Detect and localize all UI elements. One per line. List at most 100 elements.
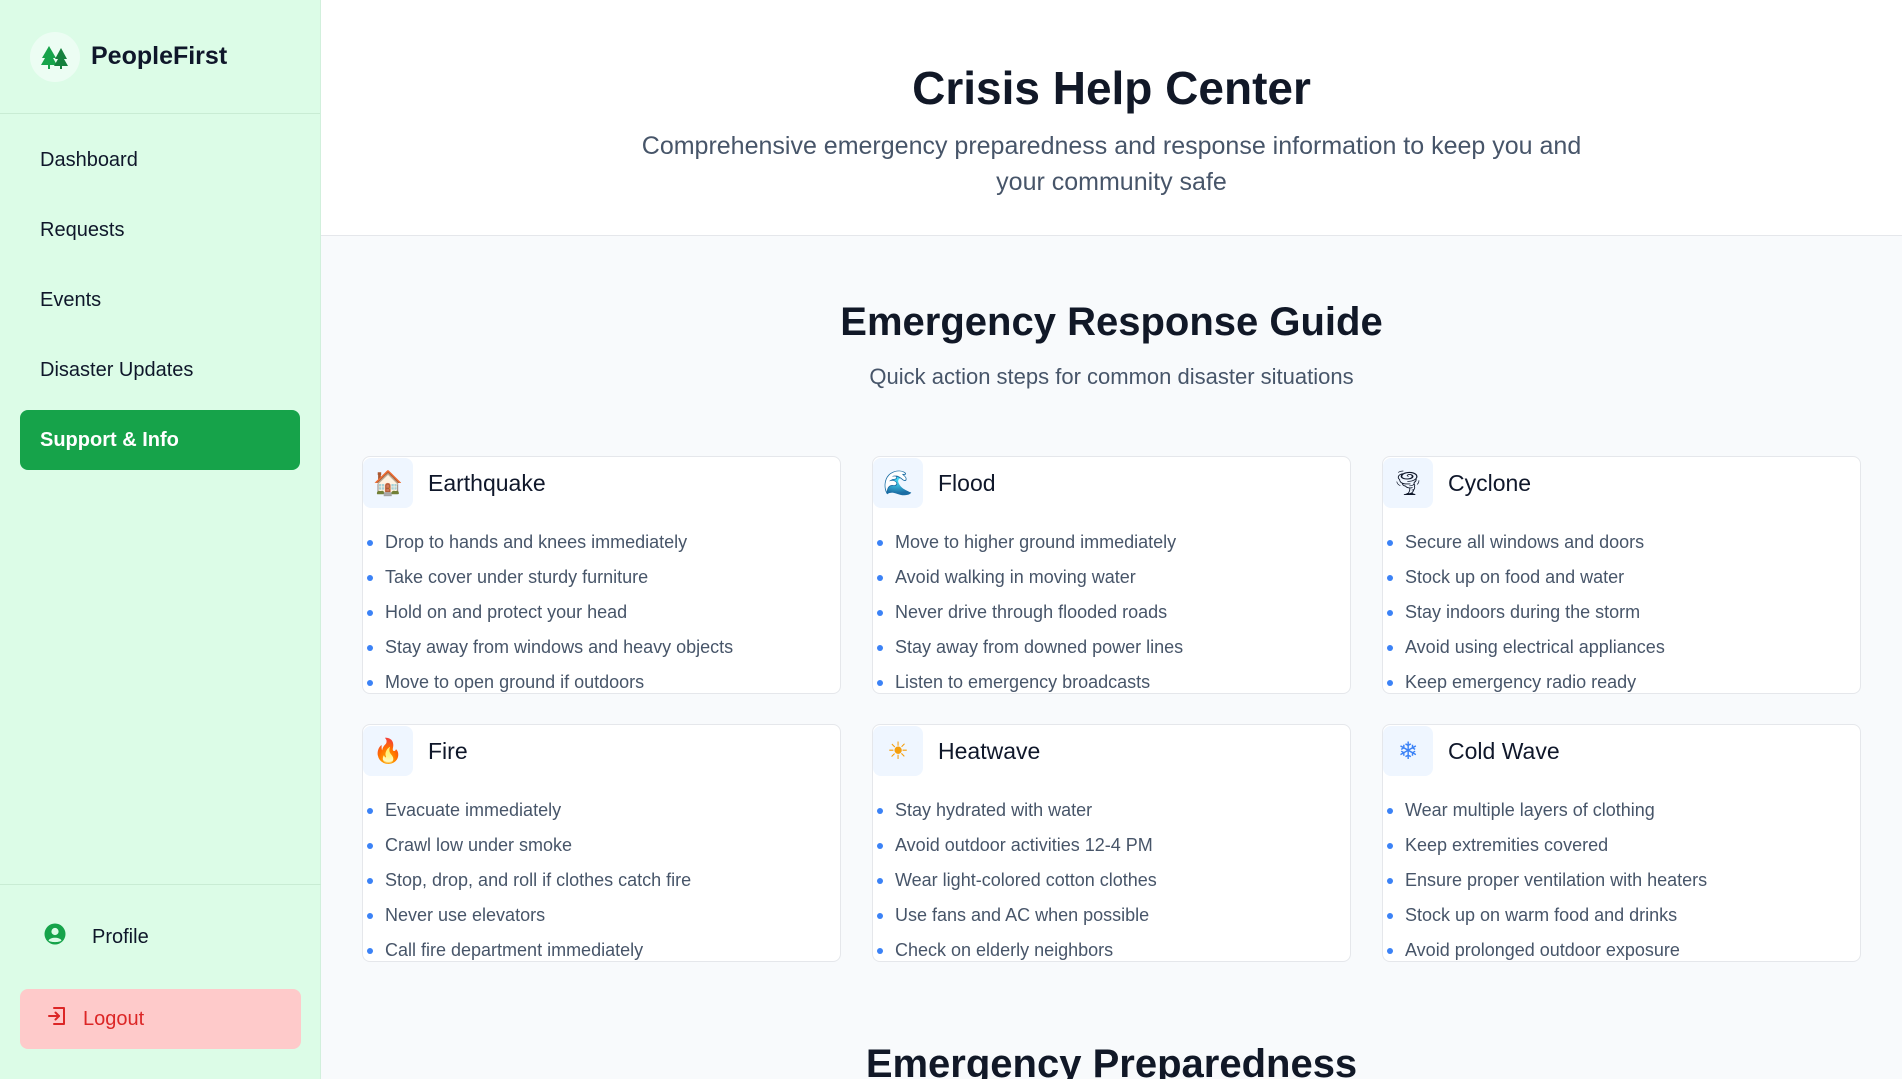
nav-label: Dashboard xyxy=(40,148,138,171)
list-item: Move to open ground if outdoors xyxy=(367,665,840,693)
list-item: Drop to hands and knees immediately xyxy=(367,525,840,560)
step-text: Wear light-colored cotton clothes xyxy=(895,870,1157,890)
nav-label: Events xyxy=(40,288,102,311)
step-text: Keep emergency radio ready xyxy=(1405,672,1637,692)
disaster-card-flood: 🌊 Flood Move to higher ground immediatel… xyxy=(872,456,1351,694)
steps-list: Stay hydrated with water Avoid outdoor a… xyxy=(873,793,1350,961)
step-text: Avoid using electrical appliances xyxy=(1405,637,1665,657)
wave-icon: 🌊 xyxy=(873,458,923,508)
step-text: Crawl low under smoke xyxy=(385,835,573,855)
step-text: Stop, drop, and roll if clothes catch fi… xyxy=(385,870,692,890)
nav-item-dashboard[interactable]: Dashboard xyxy=(20,130,300,190)
list-item: Avoid prolonged outdoor exposure xyxy=(1387,933,1860,961)
step-text: Stay away from windows and heavy objects xyxy=(385,637,734,657)
page-title: Crisis Help Center xyxy=(912,62,1311,114)
list-item: Stay away from downed power lines xyxy=(877,630,1350,665)
card-title: Fire xyxy=(428,737,468,764)
bullet-icon xyxy=(367,807,373,814)
nav-item-support-info[interactable]: Support & Info xyxy=(20,410,300,470)
bullet-icon xyxy=(367,574,373,581)
steps-list: Evacuate immediately Crawl low under smo… xyxy=(363,793,840,961)
bullet-icon xyxy=(877,609,883,616)
list-item: Never use elevators xyxy=(367,898,840,933)
profile-link[interactable]: Profile xyxy=(20,907,301,967)
bullet-icon xyxy=(877,912,883,919)
steps-list: Wear multiple layers of clothing Keep ex… xyxy=(1383,793,1860,961)
list-item: Secure all windows and doors xyxy=(1387,525,1860,560)
snowflake-icon: ❄ xyxy=(1383,726,1433,776)
bullet-icon xyxy=(877,842,883,849)
step-text: Evacuate immediately xyxy=(385,800,562,820)
step-text: Avoid outdoor activities 12-4 PM xyxy=(895,835,1153,855)
bullet-icon xyxy=(1387,877,1393,884)
bullet-icon xyxy=(367,539,373,546)
nav-item-disaster-updates[interactable]: Disaster Updates xyxy=(20,340,300,400)
disaster-card-fire: 🔥 Fire Evacuate immediately Crawl low un… xyxy=(362,724,841,962)
section-title-preparedness: Emergency Preparedness xyxy=(865,1042,1358,1079)
disaster-card-grid: 🏠 Earthquake Drop to hands and knees imm… xyxy=(362,456,1861,962)
bullet-icon xyxy=(367,912,373,919)
step-text: Ensure proper ventilation with heaters xyxy=(1405,870,1708,890)
disaster-card-cyclone: 🌪 Cyclone Secure all windows and doors S… xyxy=(1382,456,1861,694)
list-item: Wear multiple layers of clothing xyxy=(1387,793,1860,828)
section-title: Emergency Response Guide xyxy=(840,300,1383,344)
step-text: Stock up on food and water xyxy=(1405,567,1625,587)
list-item: Ensure proper ventilation with heaters xyxy=(1387,863,1860,898)
step-text: Call fire department immediately xyxy=(385,940,644,960)
step-text: Stay indoors during the storm xyxy=(1405,602,1641,622)
sun-icon: ☀ xyxy=(873,726,923,776)
list-item: Stop, drop, and roll if clothes catch fi… xyxy=(367,863,840,898)
step-text: Wear multiple layers of clothing xyxy=(1405,800,1655,820)
logout-button[interactable]: Logout xyxy=(20,989,301,1049)
step-text: Avoid walking in moving water xyxy=(895,567,1136,587)
sidebar: PeopleFirst Dashboard Requests Events Di… xyxy=(0,0,321,1079)
step-text: Secure all windows and doors xyxy=(1405,532,1645,552)
list-item: Stay away from windows and heavy objects xyxy=(367,630,840,665)
bullet-icon xyxy=(1387,574,1393,581)
list-item: Use fans and AC when possible xyxy=(877,898,1350,933)
bullet-icon xyxy=(1387,679,1393,686)
nav-label: Disaster Updates xyxy=(40,358,194,381)
step-text: Take cover under sturdy furniture xyxy=(385,567,649,587)
bullet-icon xyxy=(877,539,883,546)
sidebar-footer: Profile Logout xyxy=(0,884,321,1079)
step-text: Listen to emergency broadcasts xyxy=(895,672,1151,692)
bullet-icon xyxy=(1387,947,1393,954)
card-title: Heatwave xyxy=(938,737,1041,764)
nav-item-events[interactable]: Events xyxy=(20,270,300,330)
step-text: Never drive through flooded roads xyxy=(895,602,1168,622)
bullet-icon xyxy=(1387,842,1393,849)
nav-item-requests[interactable]: Requests xyxy=(20,200,300,260)
step-text: Move to open ground if outdoors xyxy=(385,672,645,692)
step-text: Stay away from downed power lines xyxy=(895,637,1184,657)
step-text: Stock up on warm food and drinks xyxy=(1405,905,1678,925)
logout-icon xyxy=(46,1005,68,1033)
nav-label: Requests xyxy=(40,218,125,241)
house-icon: 🏠 xyxy=(363,458,413,508)
step-text: Hold on and protect your head xyxy=(385,602,628,622)
list-item: Never drive through flooded roads xyxy=(877,595,1350,630)
bullet-icon xyxy=(367,644,373,651)
bullet-icon xyxy=(877,807,883,814)
list-item: Check on elderly neighbors xyxy=(877,933,1350,961)
bullet-icon xyxy=(1387,912,1393,919)
list-item: Avoid outdoor activities 12-4 PM xyxy=(877,828,1350,863)
list-item: Keep emergency radio ready xyxy=(1387,665,1860,693)
list-item: Avoid walking in moving water xyxy=(877,560,1350,595)
main-content: Crisis Help Center Comprehensive emergen… xyxy=(321,0,1902,1079)
trees-logo-icon xyxy=(30,31,80,82)
list-item: Keep extremities covered xyxy=(1387,828,1860,863)
list-item: Stock up on food and water xyxy=(1387,560,1860,595)
tornado-icon: 🌪 xyxy=(1383,458,1433,508)
disaster-card-heatwave: ☀ Heatwave Stay hydrated with water Avoi… xyxy=(872,724,1351,962)
list-item: Wear light-colored cotton clothes xyxy=(877,863,1350,898)
bullet-icon xyxy=(877,877,883,884)
brand[interactable]: PeopleFirst xyxy=(0,0,320,114)
step-text: Avoid prolonged outdoor exposure xyxy=(1405,940,1680,960)
step-text: Keep extremities covered xyxy=(1405,835,1609,855)
list-item: Call fire department immediately xyxy=(367,933,840,961)
disaster-card-earthquake: 🏠 Earthquake Drop to hands and knees imm… xyxy=(362,456,841,694)
user-circle-icon xyxy=(44,923,66,951)
step-text: Use fans and AC when possible xyxy=(895,905,1150,925)
bullet-icon xyxy=(877,679,883,686)
